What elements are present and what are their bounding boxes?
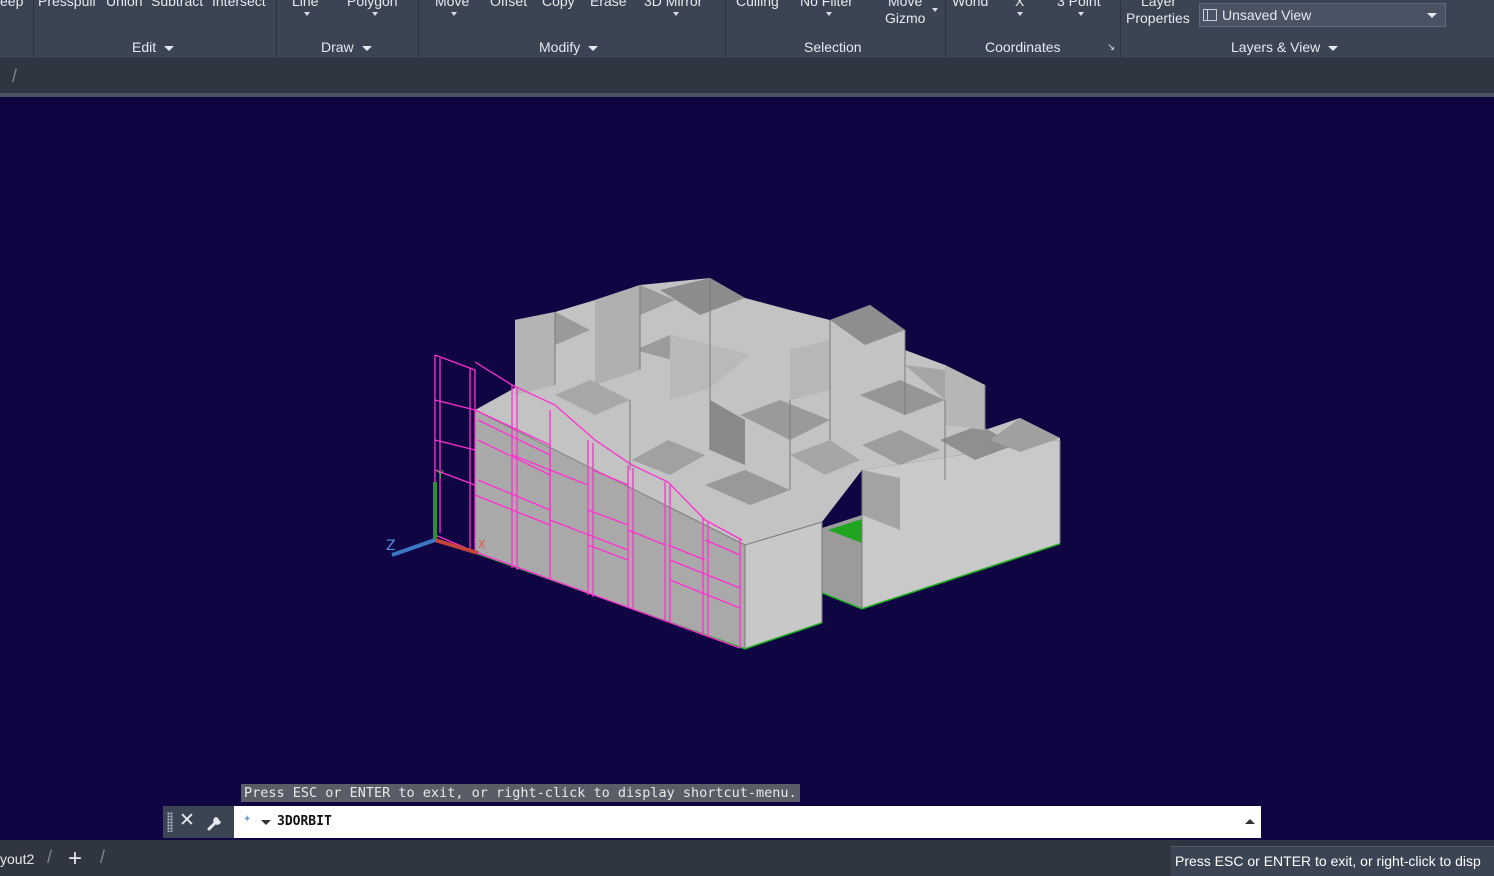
command-prompt-icon: ✦ — [243, 814, 252, 825]
tab-separator: / — [100, 847, 106, 867]
status-tooltip: Press ESC or ENTER to exit, or right-cli… — [1171, 846, 1494, 876]
panel-title-edit[interactable]: Edit — [132, 39, 175, 55]
tool-erase[interactable]: Erase — [590, 0, 627, 9]
tool-layer-properties-line1[interactable]: Layer — [1141, 0, 1176, 9]
x-dropdown-icon[interactable] — [1017, 12, 1023, 16]
tool-offset[interactable]: Offset — [490, 0, 527, 9]
ribbon-panel-edit: Presspull Union Subtract Intersect Edit — [33, 0, 277, 58]
chevron-down-icon — [361, 45, 372, 51]
tool-move-gizmo-label[interactable]: Gizmo — [885, 10, 925, 26]
tool-layer-properties[interactable]: Properties — [1126, 10, 1190, 26]
panel-title-modify[interactable]: Modify — [539, 39, 599, 55]
move-dropdown-icon[interactable] — [451, 12, 457, 16]
filter-dropdown-icon[interactable] — [826, 12, 832, 16]
svg-text:Y: Y — [436, 468, 444, 481]
ribbon-panel-fragment: eep — [0, 0, 34, 58]
model-3d-view[interactable]: Y X Z — [0, 97, 1494, 840]
ribbon-panel-draw: Line Polygon Draw — [276, 0, 419, 58]
building-model — [474, 278, 1061, 648]
grip-handle-icon[interactable] — [167, 812, 173, 832]
tool-x-rotate[interactable]: X — [1015, 0, 1024, 9]
3-point-dropdown-icon[interactable] — [1078, 12, 1084, 16]
polygon-dropdown-icon[interactable] — [372, 12, 378, 16]
tool-culling[interactable]: Culling — [736, 0, 779, 9]
chevron-down-icon — [164, 45, 175, 51]
current-command: 3DORBIT — [277, 814, 332, 829]
tool-presspull[interactable]: Presspull — [38, 0, 96, 9]
panel-title-coordinates[interactable]: Coordinates — [985, 39, 1061, 55]
close-icon[interactable]: ✕ — [179, 810, 195, 832]
tool-intersect[interactable]: Intersect — [212, 0, 266, 9]
panel-title-layers-view[interactable]: Layers & View — [1231, 39, 1339, 55]
svg-text:X: X — [478, 538, 486, 551]
tool-no-filter[interactable]: No Filter — [800, 0, 853, 9]
named-view-select[interactable]: Unsaved View — [1199, 3, 1446, 27]
tool-polygon[interactable]: Polygon — [347, 0, 398, 9]
ribbon-panel-modify: Move Offset Copy Erase 3D Mirror Modify — [418, 0, 726, 58]
tool-union[interactable]: Union — [106, 0, 143, 9]
chevron-down-icon — [1328, 45, 1339, 51]
tab-layout2[interactable]: yout2 — [0, 851, 34, 867]
tool-move-gizmo[interactable]: Move — [888, 0, 922, 9]
add-layout-icon[interactable]: + — [68, 845, 82, 873]
command-history-toggle-icon[interactable] — [1245, 819, 1255, 824]
panel-title-draw[interactable]: Draw — [321, 39, 372, 55]
line-dropdown-icon[interactable] — [304, 12, 310, 16]
file-tab-bar: · / — [0, 59, 1494, 93]
panel-title-selection[interactable]: Selection — [804, 39, 862, 55]
command-history-hint: Press ESC or ENTER to exit, or right-cli… — [241, 784, 800, 802]
tool-3-point[interactable]: 3 Point — [1057, 0, 1101, 9]
command-input[interactable]: ✦ 3DORBIT — [234, 806, 1261, 838]
tool-world-ucs[interactable]: World — [952, 0, 988, 9]
command-line: ✕ ✦ 3DORBIT — [163, 806, 1261, 838]
svg-text:Z: Z — [386, 538, 396, 554]
gizmo-dropdown-icon[interactable] — [932, 8, 938, 12]
tab-separator: / — [12, 66, 18, 86]
3d-mirror-dropdown-icon[interactable] — [673, 12, 679, 16]
tab-separator: · — [0, 65, 2, 86]
tool-copy[interactable]: Copy — [542, 0, 575, 9]
ribbon-panel-selection: Culling No Filter Move Gizmo Selection — [725, 0, 946, 58]
tool-sweep-partial[interactable]: eep — [0, 0, 23, 9]
named-view-label: Unsaved View — [1222, 7, 1312, 23]
chevron-down-icon — [588, 45, 599, 51]
tool-move[interactable]: Move — [435, 0, 469, 9]
wrench-icon[interactable] — [206, 812, 226, 832]
layout-tab-bar: yout2 / + / Press ESC or ENTER to exit, … — [0, 840, 1494, 876]
drawing-viewport[interactable]: Y X Z — [0, 97, 1494, 840]
ucs-axis-icon: Y X Z — [386, 468, 486, 557]
tool-subtract[interactable]: Subtract — [151, 0, 203, 9]
ribbon: eep Presspull Union Subtract Intersect E… — [0, 0, 1494, 59]
dialog-launcher-icon[interactable]: ↘ — [1107, 42, 1115, 53]
recent-commands-dropdown-icon[interactable] — [261, 820, 271, 825]
tool-line[interactable]: Line — [292, 0, 318, 9]
chevron-down-icon[interactable] — [1427, 13, 1437, 18]
tool-3d-mirror[interactable]: 3D Mirror — [644, 0, 702, 9]
ribbon-panel-coordinates: World X 3 Point Coordinates ↘ — [945, 0, 1121, 58]
tab-separator: / — [47, 847, 53, 867]
view-icon — [1203, 9, 1217, 21]
